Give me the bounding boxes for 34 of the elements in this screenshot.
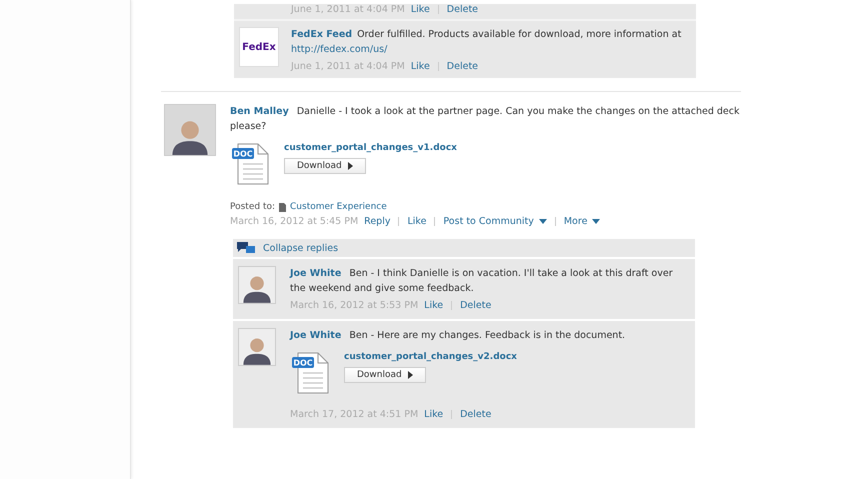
community-link[interactable]: Customer Experience (290, 202, 387, 212)
timestamp: March 17, 2012 at 4:51 PM (290, 409, 418, 420)
like-link[interactable]: Like (424, 409, 444, 420)
timestamp: June 1, 2011 at 4:04 PM (291, 4, 405, 15)
reply-message: Joe White Ben - I think Danielle is on vacation. I'll take a look at this draft over the weekend and give some feedback. (290, 267, 674, 296)
reply-message: Joe White Ben - Here are my changes. Feedback is in the document. (290, 329, 626, 343)
company-logo: FedEx (239, 27, 279, 67)
like-link[interactable]: Like (410, 4, 430, 15)
like-link[interactable]: Like (424, 300, 444, 311)
play-arrow-icon (348, 162, 353, 170)
timestamp: March 16, 2012 at 5:53 PM (290, 300, 418, 311)
attachment-link[interactable]: customer_portal_changes_v2.docx (344, 352, 517, 362)
dropdown-menu[interactable]: Post to Community (443, 216, 547, 227)
attachment-link[interactable]: customer_portal_changes_v1.docx (284, 143, 457, 153)
download-button[interactable]: Download (284, 158, 366, 174)
action-link[interactable]: Reply (364, 216, 390, 227)
page-icon (279, 202, 286, 212)
post-message: Ben Malley Danielle - I took a look at the partner page. Can you make the changes on the attached deck please? (230, 105, 740, 134)
delete-link[interactable]: Delete (460, 409, 492, 420)
url-link[interactable]: http://fedex.com/us/ (291, 44, 388, 55)
play-arrow-icon (408, 371, 413, 379)
posted-to-label: Posted to: (230, 202, 276, 212)
delete-link[interactable]: Delete (446, 4, 478, 15)
delete-link[interactable]: Delete (446, 61, 478, 72)
delete-link[interactable]: Delete (460, 300, 492, 311)
download-button[interactable]: Download (344, 367, 426, 383)
timestamp: March 16, 2012 at 5:45 PM (230, 216, 358, 227)
like-link[interactable]: Like (410, 61, 430, 72)
dropdown-menu[interactable]: More (564, 216, 600, 227)
speech-bubbles-icon (237, 242, 255, 254)
collapse-replies-button[interactable]: Collapse replies (233, 239, 695, 257)
feed-message: FedEx Feed Order fulfilled. Products available for download, more information at http://fedex.com/us/ (291, 28, 682, 57)
timestamp: June 1, 2011 at 4:04 PM (291, 61, 405, 72)
action-link[interactable]: Like (407, 216, 426, 227)
